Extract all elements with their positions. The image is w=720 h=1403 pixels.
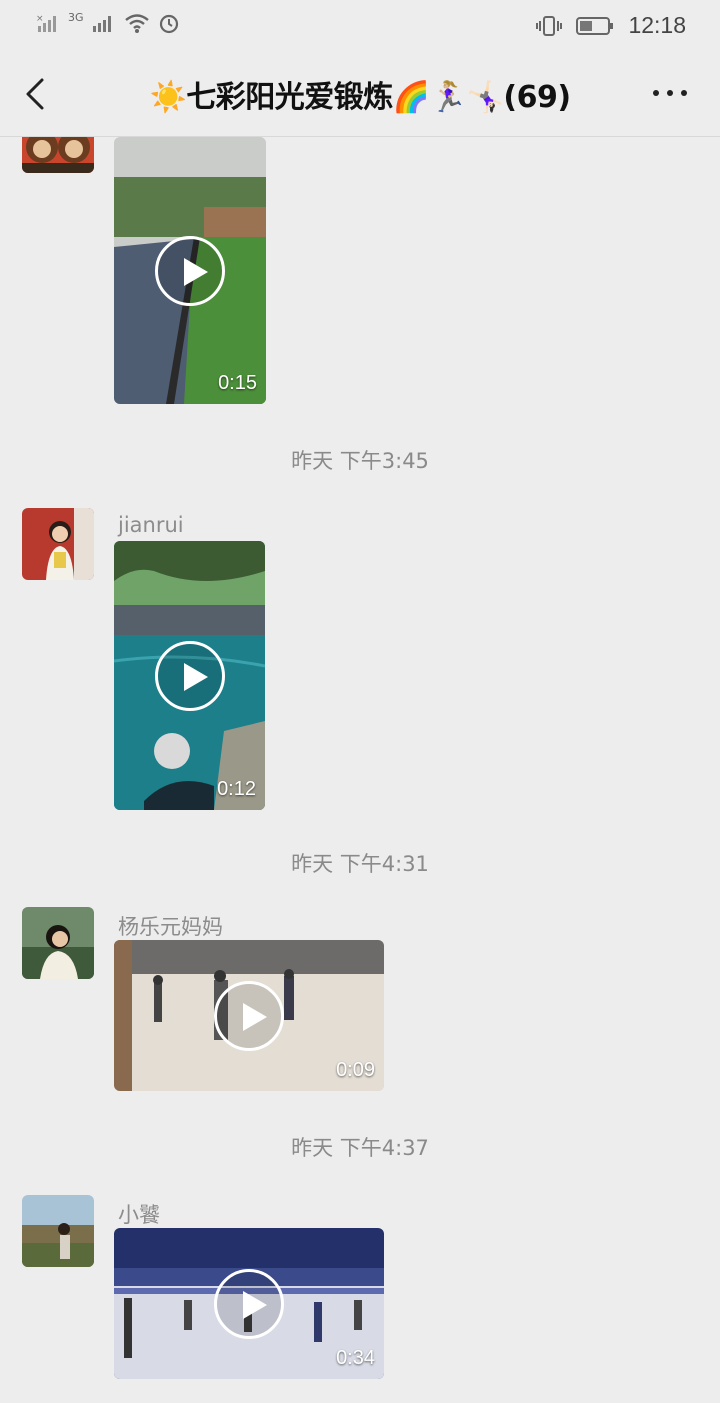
sender-name: 杨乐元妈妈 bbox=[118, 915, 223, 939]
video-duration: 0:15 bbox=[218, 372, 257, 394]
sender-name: 小饕 bbox=[118, 1203, 160, 1227]
avatar-image bbox=[22, 907, 94, 979]
no-signal-icon: × bbox=[36, 14, 56, 32]
avatar[interactable] bbox=[22, 137, 94, 173]
play-icon[interactable] bbox=[214, 1268, 284, 1339]
battery-icon bbox=[576, 16, 614, 35]
play-icon[interactable] bbox=[154, 640, 225, 711]
timestamp: 昨天 下午4:37 bbox=[291, 1136, 429, 1160]
group-title: ☀️七彩阳光爱锻炼🌈🏃🏼‍♀️🤸🏻‍♀️(69) bbox=[149, 80, 571, 115]
video-message[interactable]: 0:34 bbox=[114, 1228, 384, 1379]
video-duration: 0:34 bbox=[336, 1347, 375, 1369]
timestamp: 昨天 下午3:45 bbox=[291, 449, 429, 473]
status-bar: × 3G 12:18 bbox=[0, 0, 720, 52]
network-type-label: 3G bbox=[68, 10, 84, 24]
play-icon[interactable] bbox=[214, 980, 284, 1051]
video-message[interactable]: 0:15 bbox=[114, 137, 266, 404]
video-duration: 0:12 bbox=[217, 778, 256, 800]
sender-name: jianrui bbox=[118, 513, 184, 537]
video-message[interactable]: 0:09 bbox=[114, 940, 384, 1091]
more-options-button[interactable] bbox=[648, 78, 692, 108]
avatar-image bbox=[22, 137, 94, 173]
chat-message-list[interactable]: 0:15 昨天 下午3:45 jianrui 0:12 昨天 下午4:31 杨乐… bbox=[0, 137, 720, 1403]
play-icon[interactable] bbox=[155, 235, 225, 306]
avatar-image bbox=[22, 508, 94, 580]
vibrate-icon bbox=[536, 15, 563, 36]
avatar[interactable] bbox=[22, 907, 94, 979]
avatar-image bbox=[22, 1195, 94, 1267]
status-bar-left: × 3G bbox=[36, 10, 180, 34]
avatar[interactable] bbox=[22, 1195, 94, 1267]
svg-text:×: × bbox=[36, 14, 44, 24]
timestamp: 昨天 下午4:31 bbox=[291, 852, 429, 876]
avatar[interactable] bbox=[22, 508, 94, 580]
alarm-icon bbox=[159, 14, 178, 34]
signal-icon bbox=[92, 16, 111, 32]
video-duration: 0:09 bbox=[336, 1059, 375, 1081]
back-button[interactable] bbox=[18, 74, 58, 114]
wifi-icon bbox=[124, 14, 149, 33]
status-bar-right: 12:18 bbox=[536, 12, 686, 39]
chat-header: ☀️七彩阳光爱锻炼🌈🏃🏼‍♀️🤸🏻‍♀️(69) bbox=[0, 52, 720, 137]
video-message[interactable]: 0:12 bbox=[114, 541, 265, 810]
clock: 12:18 bbox=[628, 12, 686, 38]
